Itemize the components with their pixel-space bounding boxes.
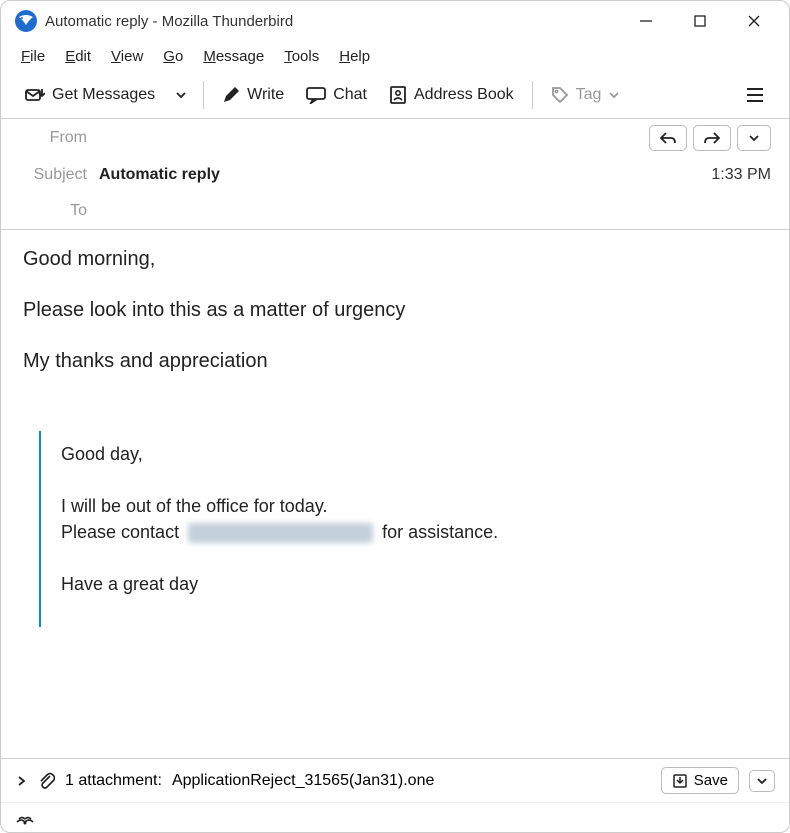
statusbar (1, 802, 789, 832)
address-book-label: Address Book (414, 86, 514, 104)
download-icon (25, 86, 45, 104)
forward-button[interactable] (693, 125, 731, 151)
menu-help[interactable]: Help (331, 44, 378, 69)
chat-button[interactable]: Chat (296, 80, 377, 110)
quoted-block: Good day, I will be out of the office fo… (39, 431, 767, 627)
menu-file[interactable]: File (13, 44, 53, 69)
to-label: To (19, 202, 87, 220)
tag-label: Tag (576, 86, 602, 104)
quoted-line: I will be out of the office for today. (61, 493, 767, 519)
chevron-down-icon (748, 132, 760, 144)
body-line: Good morning, (23, 246, 767, 273)
maximize-button[interactable] (673, 1, 727, 41)
subject-value: Automatic reply (99, 166, 711, 184)
address-book-icon (389, 86, 407, 104)
close-button[interactable] (727, 1, 781, 41)
get-messages-button[interactable]: Get Messages (15, 80, 165, 110)
quoted-line: Please contact for assistance. (61, 519, 767, 545)
menubar: File Edit View Go Message Tools Help (1, 41, 789, 71)
menu-view[interactable]: View (103, 44, 151, 69)
chat-icon (306, 86, 326, 104)
chat-label: Chat (333, 86, 367, 104)
attachment-bar: 1 attachment: ApplicationReject_31565(Ja… (1, 758, 789, 802)
toolbar: Get Messages Write Chat Address Book Tag (1, 71, 789, 119)
address-book-button[interactable]: Address Book (379, 80, 524, 110)
tag-icon (551, 86, 569, 104)
get-messages-label: Get Messages (52, 86, 155, 104)
save-icon (672, 773, 688, 789)
tag-button[interactable]: Tag (541, 80, 631, 110)
attachment-count: 1 attachment: (65, 772, 162, 790)
titlebar: Automatic reply - Mozilla Thunderbird (1, 1, 789, 41)
menu-edit[interactable]: Edit (57, 44, 99, 69)
body-line: My thanks and appreciation (23, 348, 767, 375)
app-menu-button[interactable] (735, 80, 775, 110)
paperclip-icon (37, 771, 55, 791)
write-label: Write (247, 86, 284, 104)
redacted-contact (188, 523, 373, 543)
menu-tools[interactable]: Tools (276, 44, 327, 69)
menu-go[interactable]: Go (155, 44, 191, 69)
pencil-icon (222, 86, 240, 104)
message-body: Good morning, Please look into this as a… (1, 230, 789, 758)
forward-icon (704, 131, 720, 145)
write-button[interactable]: Write (212, 80, 294, 110)
connection-icon[interactable] (15, 810, 35, 826)
save-dropdown-button[interactable] (749, 770, 775, 792)
hamburger-icon (745, 86, 765, 104)
separator (203, 81, 204, 109)
get-messages-dropdown[interactable] (167, 83, 195, 107)
quoted-line: Have a great day (61, 571, 767, 597)
quoted-line: Good day, (61, 441, 767, 467)
from-label: From (19, 129, 87, 147)
message-header: From Subject Automatic reply 1:33 PM (1, 119, 789, 230)
subject-label: Subject (19, 166, 87, 184)
menu-message[interactable]: Message (195, 44, 272, 69)
save-attachment-button[interactable]: Save (661, 767, 739, 794)
more-actions-button[interactable] (737, 125, 771, 151)
separator (532, 81, 533, 109)
thunderbird-icon (15, 10, 37, 32)
window-title: Automatic reply - Mozilla Thunderbird (45, 13, 293, 30)
message-time: 1:33 PM (711, 166, 771, 184)
reply-icon (660, 131, 676, 145)
reply-button[interactable] (649, 125, 687, 151)
body-line: Please look into this as a matter of urg… (23, 297, 767, 324)
minimize-button[interactable] (619, 1, 673, 41)
expand-attachment-button[interactable] (15, 774, 27, 788)
attachment-filename[interactable]: ApplicationReject_31565(Jan31).one (172, 772, 434, 790)
save-label: Save (694, 772, 728, 789)
